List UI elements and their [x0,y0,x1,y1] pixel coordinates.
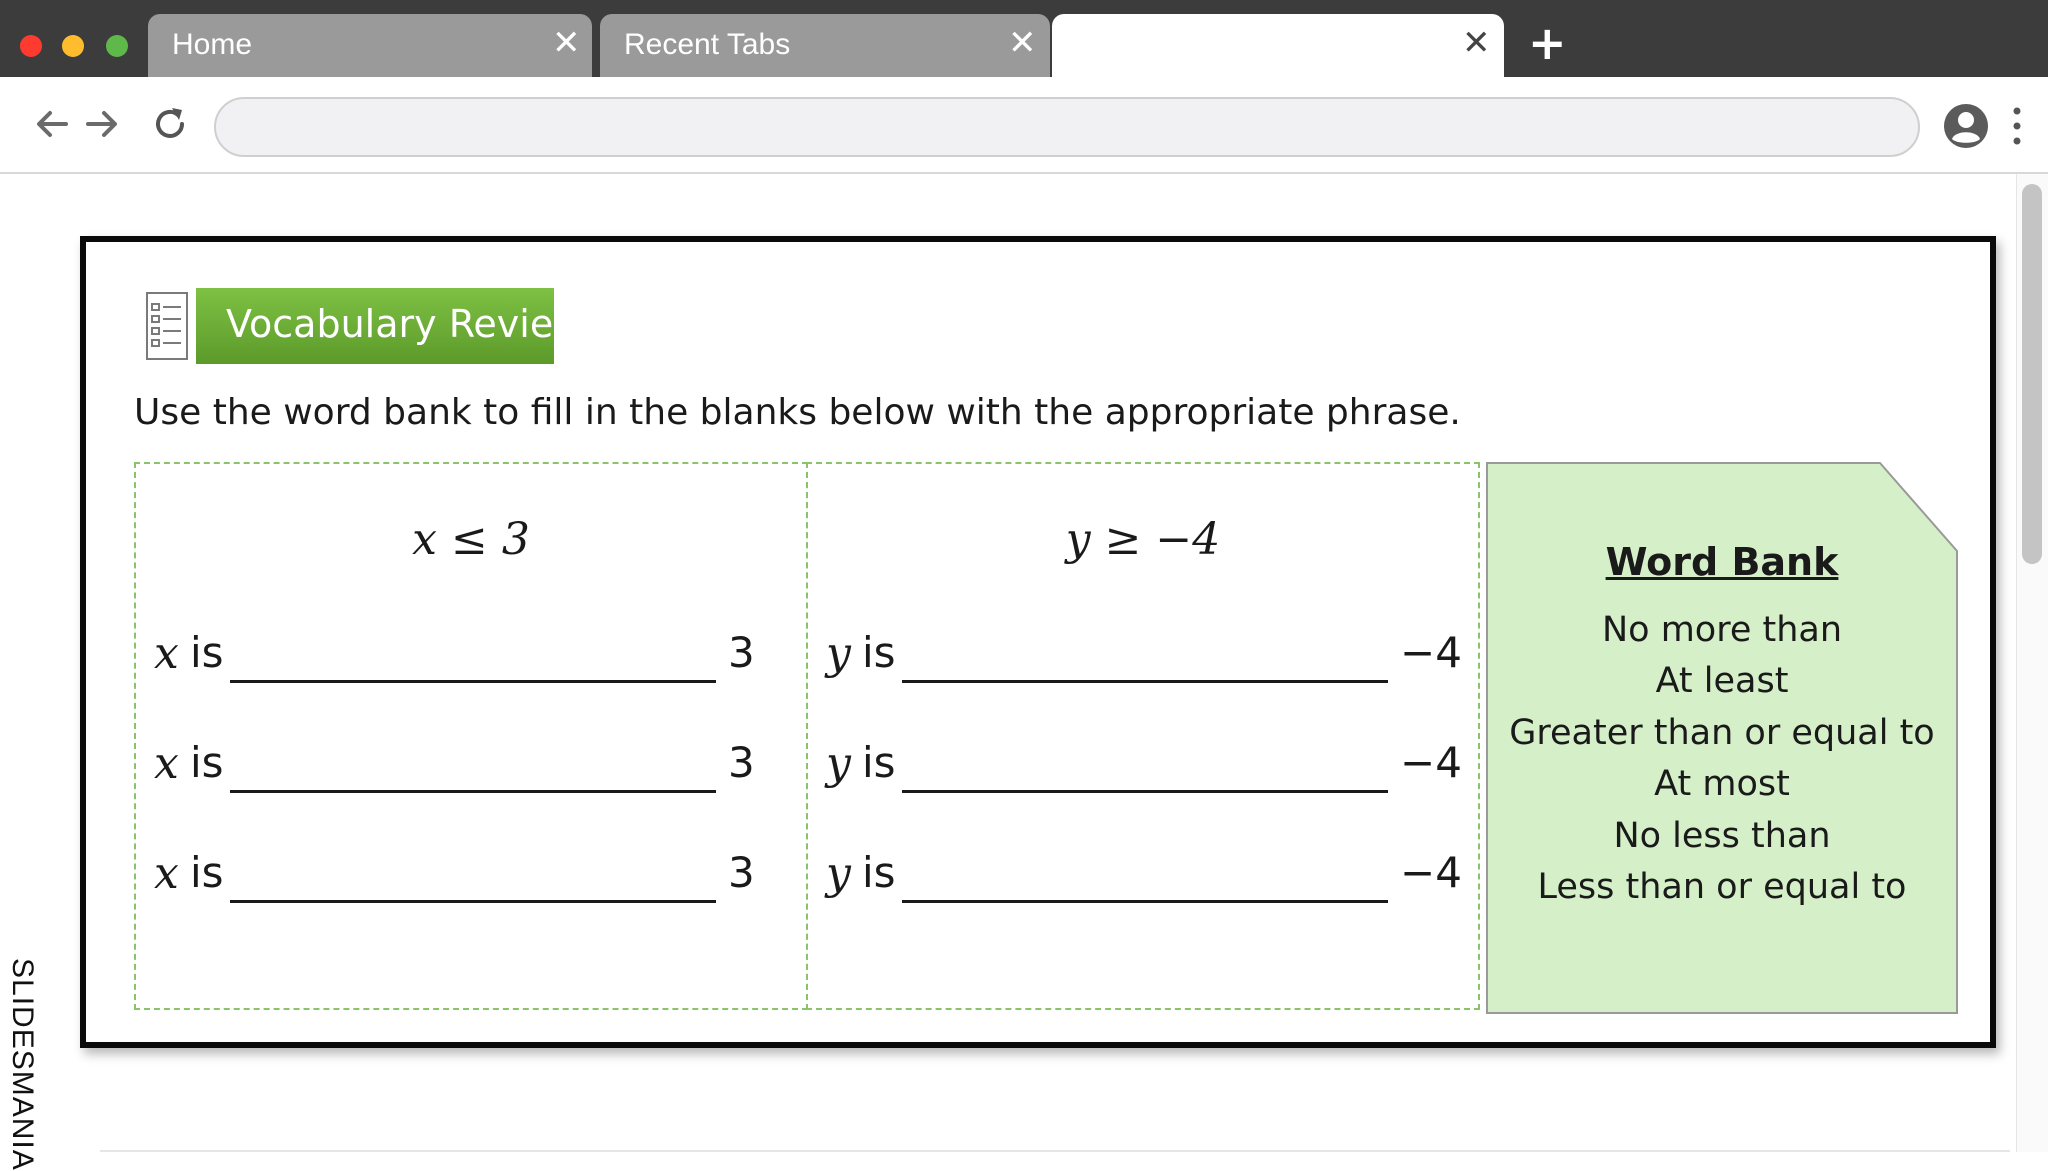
close-window-button[interactable] [20,35,42,57]
section-banner: Vocabulary Review [196,288,584,364]
fill-blank-row: y is −4 [826,848,1462,908]
address-bar[interactable] [214,97,1920,157]
tab-active[interactable]: ✕ [1052,14,1504,77]
row-verb: is [862,628,896,677]
watermark-label: SLIDESMANIA [6,958,39,1171]
row-verb: is [190,738,224,787]
row-variable: x [154,628,179,679]
zoom-window-button[interactable] [106,35,128,57]
profile-icon[interactable] [1943,103,1989,149]
row-value: −4 [1400,738,1462,787]
blank-line[interactable] [902,900,1388,903]
section-title: Vocabulary Review [226,302,585,346]
row-value: −4 [1400,628,1462,677]
menu-kebab-icon[interactable] [2010,103,2024,149]
x-inequality-panel: x ≤ 3 x is 3 x is 3 x is 3 [134,462,808,1010]
panel-heading: y ≥ −4 [1065,514,1221,565]
tab-strip: Home ✕ Recent Tabs ✕ ✕ + [0,0,2048,77]
scrollbar-thumb[interactable] [2022,184,2042,564]
back-arrow-icon[interactable] [30,102,74,146]
row-value: 3 [728,848,755,897]
close-tab-icon[interactable]: ✕ [1008,26,1037,60]
new-tab-button[interactable]: + [1528,20,1567,66]
tab-home[interactable]: Home ✕ [148,14,592,77]
word-bank-item: No more than [1601,610,1843,650]
word-bank-item: Greater than or equal to [1509,713,1935,753]
row-variable: y [826,628,851,679]
forward-arrow-icon[interactable] [80,102,124,146]
word-bank-item: At most [1654,764,1790,804]
row-variable: y [826,848,851,899]
row-value: 3 [728,628,755,677]
blank-line[interactable] [902,680,1388,683]
fill-blank-row: y is −4 [826,628,1462,688]
row-variable: x [154,738,179,789]
row-verb: is [190,848,224,897]
checklist-icon [146,292,188,360]
word-bank-title: Word Bank [1605,540,1839,584]
word-bank: Word Bank No more than At least Greater … [1486,462,1958,1014]
blank-line[interactable] [230,900,716,903]
blank-line[interactable] [902,790,1388,793]
row-verb: is [862,848,896,897]
minimize-window-button[interactable] [62,35,84,57]
row-variable: y [826,738,851,789]
fill-blank-row: x is 3 [154,738,755,798]
row-verb: is [190,628,224,677]
close-tab-icon[interactable]: ✕ [552,26,581,60]
row-verb: is [862,738,896,787]
tab-title: Home [172,28,253,61]
tab-title: Recent Tabs [624,28,791,61]
row-variable: x [154,848,179,899]
fill-blank-row: y is −4 [826,738,1462,798]
fill-blank-row: x is 3 [154,848,755,908]
blank-line[interactable] [230,680,716,683]
panel-heading: x ≤ 3 [412,514,530,565]
fill-blank-row: x is 3 [154,628,755,688]
y-inequality-panel: y ≥ −4 y is −4 y is −4 y is −4 [806,462,1480,1010]
reload-icon[interactable] [148,102,192,146]
blank-line[interactable] [230,790,716,793]
close-tab-icon[interactable]: ✕ [1462,26,1491,60]
browser-toolbar [0,77,2048,174]
row-value: 3 [728,738,755,787]
word-bank-item: At least [1655,661,1789,701]
slide: Vocabulary Review Use the word bank to f… [80,236,1996,1048]
instruction-text: Use the word bank to fill in the blanks … [134,392,1461,433]
word-bank-item: Less than or equal to [1537,867,1907,907]
tab-recent-tabs[interactable]: Recent Tabs ✕ [600,14,1050,77]
row-value: −4 [1400,848,1462,897]
word-bank-item: No less than [1613,816,1831,856]
